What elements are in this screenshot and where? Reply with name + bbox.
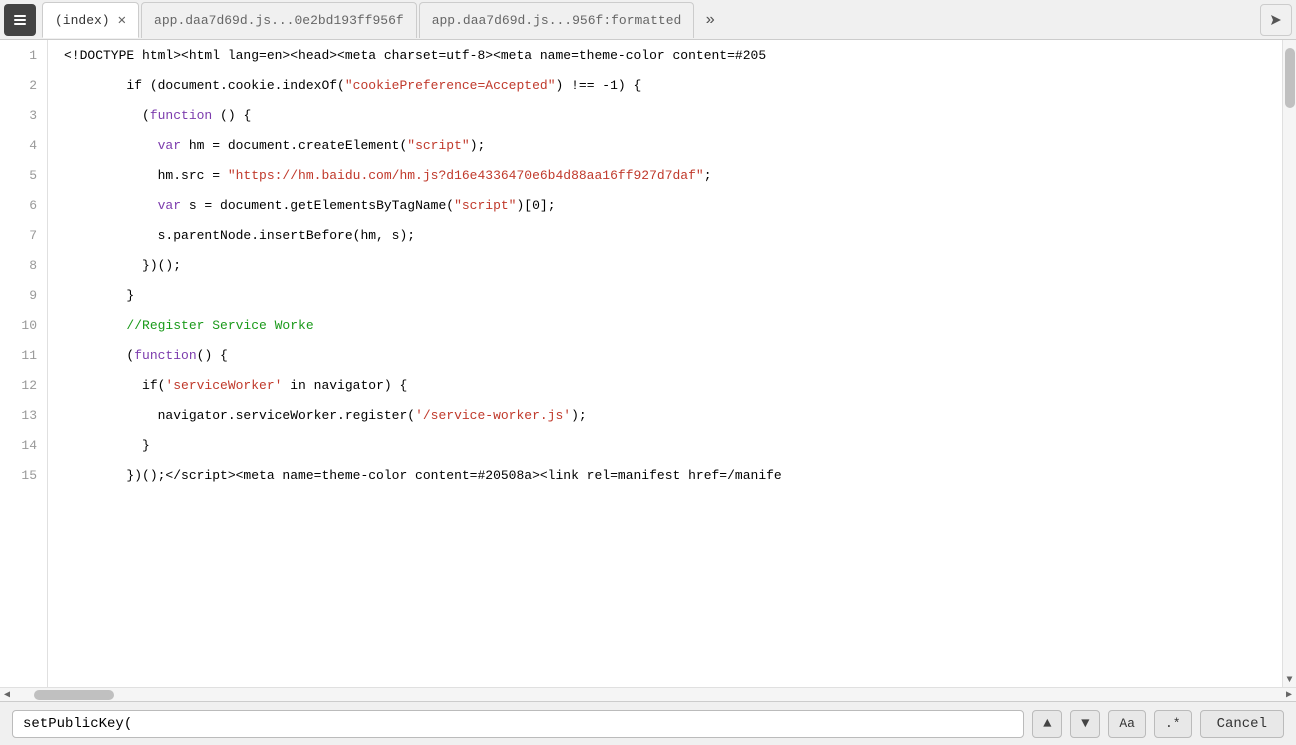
- code-line-14: }: [48, 430, 1282, 460]
- scrollbar-thumb-h[interactable]: [34, 690, 114, 700]
- tab-app1-label: app.daa7d69d.js...0e2bd193ff956f: [154, 13, 404, 28]
- line-num-9: 9: [0, 280, 47, 310]
- line-num-10: 10: [0, 310, 47, 340]
- line-num-4: 4: [0, 130, 47, 160]
- code-content[interactable]: <!DOCTYPE html><html lang=en><head><meta…: [48, 40, 1282, 687]
- code-line-7: s.parentNode.insertBefore(hm, s);: [48, 220, 1282, 250]
- line-num-13: 13: [0, 400, 47, 430]
- code-line-5: hm.src = "https://hm.baidu.com/hm.js?d16…: [48, 160, 1282, 190]
- code-line-9: }: [48, 280, 1282, 310]
- match-case-button[interactable]: Aa: [1108, 710, 1146, 738]
- back-button[interactable]: [4, 4, 36, 36]
- line-num-15: 15: [0, 460, 47, 490]
- code-line-10: //Register Service Worke: [48, 310, 1282, 340]
- scrollbar-right-arrow[interactable]: ▶: [1282, 688, 1296, 702]
- vertical-scrollbar[interactable]: ▼: [1282, 40, 1296, 687]
- horizontal-scrollbar[interactable]: ◀ ▶: [0, 687, 1296, 701]
- code-line-8: })();: [48, 250, 1282, 280]
- line-num-2: 2: [0, 70, 47, 100]
- code-line-1: <!DOCTYPE html><html lang=en><head><meta…: [48, 40, 1282, 70]
- line-num-5: 5: [0, 160, 47, 190]
- line-num-11: 11: [0, 340, 47, 370]
- code-line-6: var s = document.getElementsByTagName("s…: [48, 190, 1282, 220]
- editor-area: 1 2 3 4 5 6 7 8 9 10 11 12 13 14 15 <!DO…: [0, 40, 1296, 687]
- code-line-12: if('serviceWorker' in navigator) {: [48, 370, 1282, 400]
- tab-app1[interactable]: app.daa7d69d.js...0e2bd193ff956f: [141, 2, 417, 38]
- line-num-8: 8: [0, 250, 47, 280]
- code-line-11: (function() {: [48, 340, 1282, 370]
- tab-bar: (index) ✕ app.daa7d69d.js...0e2bd193ff95…: [0, 0, 1296, 40]
- line-num-3: 3: [0, 100, 47, 130]
- line-num-6: 6: [0, 190, 47, 220]
- line-num-12: 12: [0, 370, 47, 400]
- tab-index[interactable]: (index) ✕: [42, 2, 139, 38]
- line-num-1: 1: [0, 40, 47, 70]
- tab-overflow-button[interactable]: »: [696, 6, 724, 34]
- find-cancel-button[interactable]: Cancel: [1200, 710, 1284, 738]
- regex-button[interactable]: .*: [1154, 710, 1192, 738]
- tab-index-close[interactable]: ✕: [118, 12, 126, 29]
- find-next-button[interactable]: ▼: [1070, 710, 1100, 738]
- scrollbar-thumb-v[interactable]: [1285, 48, 1295, 108]
- line-num-7: 7: [0, 220, 47, 250]
- code-line-15: })();</script><meta name=theme-color con…: [48, 460, 1282, 490]
- find-input[interactable]: [12, 710, 1024, 738]
- tab-app2-label: app.daa7d69d.js...956f:formatted: [432, 13, 682, 28]
- code-line-3: (function () {: [48, 100, 1282, 130]
- tab-forward-button[interactable]: [1260, 4, 1292, 36]
- scrollbar-track-h[interactable]: [14, 688, 1282, 701]
- find-prev-button[interactable]: ▲: [1032, 710, 1062, 738]
- tab-index-label: (index): [55, 13, 110, 28]
- code-line-4: var hm = document.createElement("script"…: [48, 130, 1282, 160]
- code-line-13: navigator.serviceWorker.register('/servi…: [48, 400, 1282, 430]
- tab-app2[interactable]: app.daa7d69d.js...956f:formatted: [419, 2, 695, 38]
- scrollbar-left-arrow[interactable]: ◀: [0, 688, 14, 702]
- line-numbers: 1 2 3 4 5 6 7 8 9 10 11 12 13 14 15: [0, 40, 48, 687]
- scrollbar-down-arrow[interactable]: ▼: [1283, 673, 1296, 687]
- line-num-14: 14: [0, 430, 47, 460]
- find-bar: ▲ ▼ Aa .* Cancel: [0, 701, 1296, 745]
- code-line-2: if (document.cookie.indexOf("cookiePrefe…: [48, 70, 1282, 100]
